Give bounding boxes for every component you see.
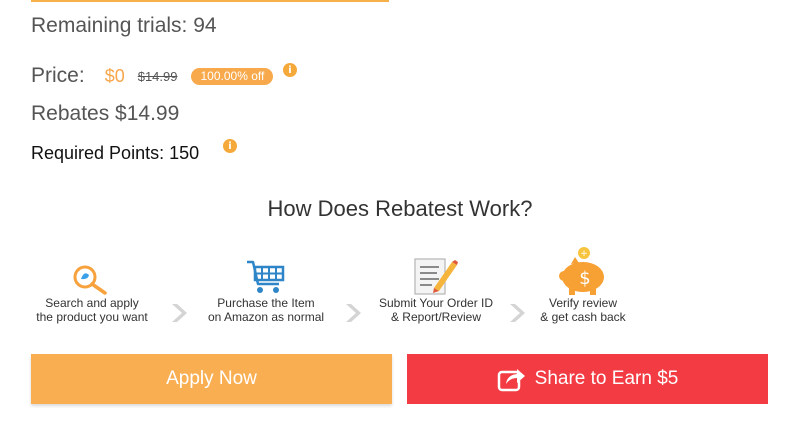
discount-badge: 100.00% off <box>191 67 274 85</box>
step-caption-line1: Purchase the Item <box>217 296 315 310</box>
step-caption-line1: Search and apply <box>45 296 139 310</box>
chevron-right-icon <box>168 302 190 329</box>
search-icon <box>17 250 167 296</box>
price-label: Price: <box>31 64 85 87</box>
price-original: $14.99 <box>137 68 178 84</box>
how-it-works-title: How Does Rebatest Work? <box>267 196 533 221</box>
step-report: Submit Your Order ID & Report/Review <box>361 250 511 324</box>
step-caption-line2: & get cash back <box>540 310 626 324</box>
price-row: Price: $0 $14.99 100.00% off <box>31 64 274 88</box>
svg-text:$: $ <box>579 268 590 289</box>
step-caption-line1: Verify review <box>548 296 618 310</box>
info-icon[interactable]: i <box>283 63 297 77</box>
apply-now-button[interactable]: Apply Now <box>31 354 392 404</box>
svg-text:+: + <box>580 249 588 259</box>
share-to-earn-label: Share to Earn $5 <box>534 368 679 389</box>
cart-icon <box>191 250 341 296</box>
piggy-bank-icon: + $ <box>508 247 658 296</box>
info-icon[interactable]: i <box>223 139 237 153</box>
top-border-box <box>31 0 389 2</box>
share-icon <box>497 366 527 392</box>
step-purchase: Purchase the Item on Amazon as normal <box>191 250 341 324</box>
apply-now-label: Apply Now <box>166 368 257 389</box>
step-caption-line2: the product you want <box>36 310 148 324</box>
price-current: $0 <box>104 65 125 86</box>
step-caption-line2: on Amazon as normal <box>207 310 325 324</box>
rebates-amount: Rebates $14.99 <box>31 102 180 125</box>
step-search: Search and apply the product you want <box>17 250 167 324</box>
report-icon <box>361 250 511 296</box>
step-caption-line1: Submit Your Order ID <box>378 296 494 310</box>
remaining-trials: Remaining trials: 94 <box>31 14 217 37</box>
required-points: Required Points: 150 <box>31 143 200 163</box>
step-cashback: + $ Verify review & get cash back <box>508 247 658 324</box>
share-to-earn-button[interactable]: Share to Earn $5 <box>407 354 768 404</box>
step-caption-line2: & Report/Review <box>390 310 482 324</box>
